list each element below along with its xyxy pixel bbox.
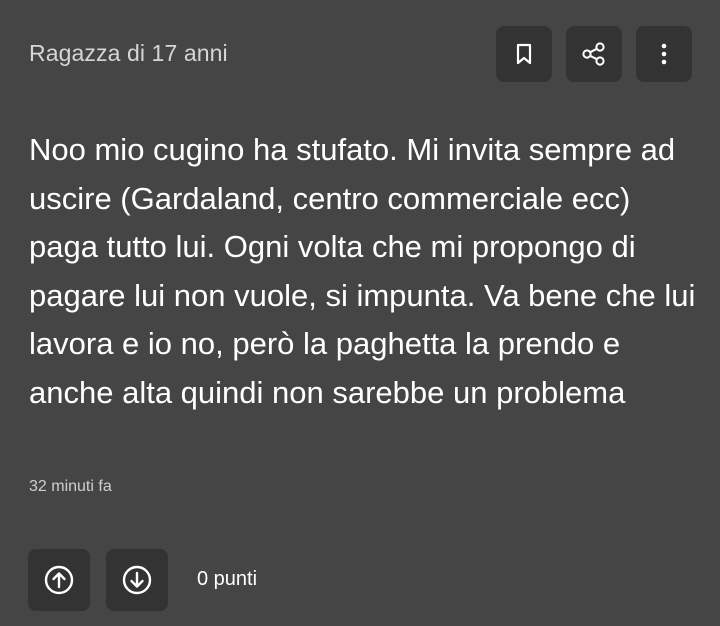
downvote-button[interactable] [106,549,168,611]
bookmark-button[interactable] [496,26,552,82]
share-icon [582,42,605,66]
post-body: Noo mio cugino ha stufato. Mi invita sem… [29,132,696,410]
more-vertical-icon [661,43,667,65]
arrow-down-circle-icon [122,565,152,595]
post-timestamp: 32 minuti fa [29,478,112,495]
upvote-button[interactable] [28,549,90,611]
arrow-up-circle-icon [44,565,74,595]
more-options-button[interactable] [636,26,692,82]
points-count: 0 punti [197,568,258,590]
share-button[interactable] [566,26,622,82]
author-label: Ragazza di 17 anni [29,40,228,66]
bookmark-icon [516,43,532,65]
